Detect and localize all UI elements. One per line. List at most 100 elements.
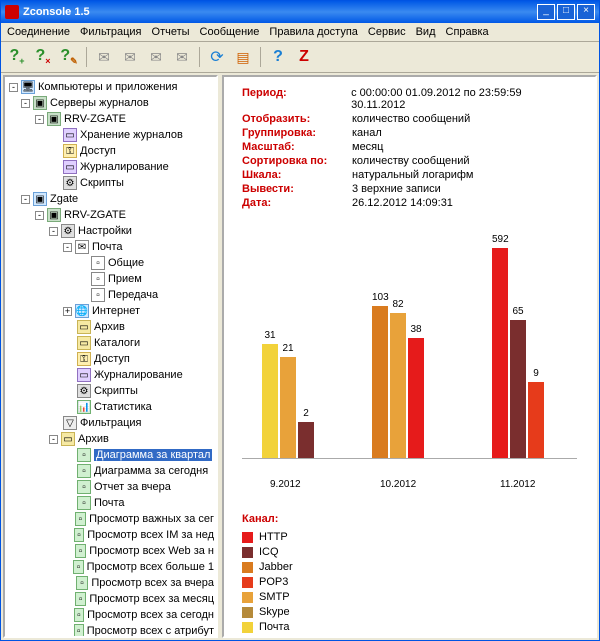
chart-bar: 38 (408, 338, 424, 458)
report-icon: ▫ (77, 480, 91, 494)
tree-server-node[interactable]: -▣RRV-ZGATE (7, 111, 216, 127)
report-panel[interactable]: Период:с 00:00:00 01.09.2012 по 23:59:59… (222, 75, 597, 638)
tree-mail[interactable]: -✉Почта (7, 239, 216, 255)
tree-logging-2[interactable]: ▭Журналирование (7, 367, 216, 383)
tree-archive-report[interactable]: ▫Диаграмма за квартал (7, 447, 216, 463)
tree-label: Просмотр важных за сег (89, 513, 214, 525)
tree-send[interactable]: ▫Передача (7, 287, 216, 303)
tree-panel[interactable]: -🖥Компьютеры и приложения -▣Серверы журн… (3, 75, 218, 638)
tree-root[interactable]: -🖥Компьютеры и приложения (7, 79, 216, 95)
question-pen-icon: ?✎ (60, 47, 77, 67)
tree-internet[interactable]: +🌐Интернет (7, 303, 216, 319)
tb-mail-forward[interactable]: ✉ (144, 45, 168, 69)
tree-filter[interactable]: ▽Фильтрация (7, 415, 216, 431)
collapse-icon[interactable]: - (63, 243, 72, 252)
expand-icon[interactable]: + (63, 307, 72, 316)
tree-label: Просмотр всех Web за н (89, 545, 214, 557)
tree-label: Архив (94, 321, 125, 333)
tree-settings[interactable]: -⚙Настройки (7, 223, 216, 239)
titlebar[interactable]: Zconsole 1.5 _ □ × (1, 1, 599, 23)
param-value-output: 3 верхние записи (352, 183, 441, 195)
menu-view[interactable]: Вид (416, 26, 436, 38)
tree-access-2[interactable]: ⚿Доступ (7, 351, 216, 367)
collapse-icon[interactable]: - (21, 195, 30, 204)
tree-archive-report[interactable]: ▫Просмотр всех за вчера (7, 575, 216, 591)
minimize-button[interactable]: _ (537, 4, 555, 20)
tree-archive-report[interactable]: ▫Просмотр важных за сег (7, 511, 216, 527)
collapse-icon[interactable]: - (35, 115, 44, 124)
tree-scripts[interactable]: ⚙Скрипты (7, 175, 216, 191)
tb-mail-archive[interactable]: ✉ (170, 45, 194, 69)
tree-general[interactable]: ▫Общие (7, 255, 216, 271)
tb-about[interactable]: ? (266, 45, 290, 69)
param-value-sort: количеству сообщений (352, 155, 470, 167)
server-icon: ▣ (47, 208, 61, 222)
tree-archive-report[interactable]: ▫Просмотр всех больше 1 (7, 559, 216, 575)
chart-bar: 9 (528, 382, 544, 458)
tree-log-storage[interactable]: ▭Хранение журналов (7, 127, 216, 143)
tree-archive-report[interactable]: ▫Просмотр всех Web за н (7, 543, 216, 559)
folder-icon: ▭ (77, 336, 91, 350)
tb-refresh[interactable]: ⟳ (205, 45, 229, 69)
refresh-icon: ⟳ (210, 47, 223, 67)
tree-label: Просмотр всех за вчера (91, 577, 214, 589)
tb-help-remove[interactable]: ?× (31, 45, 55, 69)
tree-stats[interactable]: 📊Статистика (7, 399, 216, 415)
menu-access-rules[interactable]: Правила доступа (269, 26, 358, 38)
collapse-icon[interactable]: - (35, 211, 44, 220)
tree-logging[interactable]: ▭Журналирование (7, 159, 216, 175)
tree-log-servers[interactable]: -▣Серверы журналов (7, 95, 216, 111)
tree-archive-report[interactable]: ▫Диаграмма за сегодня (7, 463, 216, 479)
maximize-button[interactable]: □ (557, 4, 575, 20)
tree-archive-report[interactable]: ▫Просмотр всех с атрибут (7, 623, 216, 638)
tree-access[interactable]: ⚿Доступ (7, 143, 216, 159)
tree-label: Почта (92, 241, 123, 253)
menu-service[interactable]: Сервис (368, 26, 406, 38)
tree-label: Статистика (94, 401, 152, 413)
tree-label: Почта (94, 497, 125, 509)
tree-archive-report[interactable]: ▫Просмотр всех за месяц (7, 591, 216, 607)
toolbar: ?+ ?× ?✎ ✉ ✉ ✉ ✉ ⟳ ▤ ? Z (1, 42, 599, 73)
tb-z[interactable]: Z (292, 45, 316, 69)
tree-receive[interactable]: ▫Прием (7, 271, 216, 287)
chart-bar: 31 (262, 344, 278, 458)
menu-help[interactable]: Справка (446, 26, 489, 38)
menu-message[interactable]: Сообщение (200, 26, 260, 38)
legend-label: ICQ (259, 546, 279, 558)
log-icon: ▭ (77, 368, 91, 382)
note-icon: ▤ (236, 49, 249, 66)
collapse-icon[interactable]: - (49, 227, 58, 236)
tb-help-add[interactable]: ?+ (5, 45, 29, 69)
stats-icon: 📊 (77, 400, 91, 414)
tb-mail-1[interactable]: ✉ (92, 45, 116, 69)
tree-archive-setting[interactable]: ▭Архив (7, 319, 216, 335)
tree-archive-report[interactable]: ▫Просмотр всех за сегодн (7, 607, 216, 623)
tree-label: Прием (108, 273, 142, 285)
tree-scripts-2[interactable]: ⚙Скрипты (7, 383, 216, 399)
tree-zgate[interactable]: -▣Zgate (7, 191, 216, 207)
tb-note[interactable]: ▤ (231, 45, 255, 69)
tree-label: Доступ (94, 353, 130, 365)
chart-bar: 21 (280, 357, 296, 458)
tree-catalogs[interactable]: ▭Каталоги (7, 335, 216, 351)
menu-reports[interactable]: Отчеты (152, 26, 190, 38)
tb-mail-remove[interactable]: ✉ (118, 45, 142, 69)
menu-filter[interactable]: Фильтрация (80, 26, 141, 38)
menu-connection[interactable]: Соединение (7, 26, 70, 38)
report-icon: ▫ (77, 448, 91, 462)
tree-zgate-host[interactable]: -▣RRV-ZGATE (7, 207, 216, 223)
legend-item: Jabber (242, 561, 577, 573)
close-button[interactable]: × (577, 4, 595, 20)
tree-archive-report[interactable]: ▫Отчет за вчера (7, 479, 216, 495)
tb-help-edit[interactable]: ?✎ (57, 45, 81, 69)
tree-archive-report[interactable]: ▫Почта (7, 495, 216, 511)
question-icon: ? (273, 48, 283, 66)
collapse-icon[interactable]: - (49, 435, 58, 444)
tree-archive[interactable]: -▭Архив (7, 431, 216, 447)
legend-swatch (242, 577, 253, 588)
legend-swatch (242, 592, 253, 603)
collapse-icon[interactable]: - (9, 83, 18, 92)
tree-archive-report[interactable]: ▫Просмотр всех IM за нед (7, 527, 216, 543)
tree-label: Компьютеры и приложения (38, 81, 178, 93)
collapse-icon[interactable]: - (21, 99, 30, 108)
